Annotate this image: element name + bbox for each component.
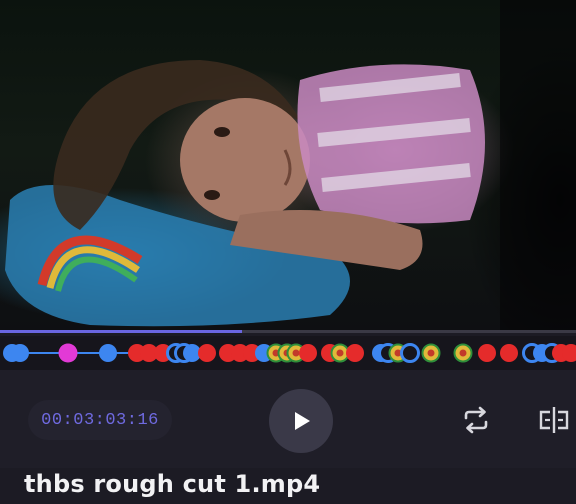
red-marker[interactable] [346, 344, 364, 362]
split-button[interactable] [536, 402, 572, 438]
ring-marker[interactable] [400, 343, 420, 363]
player-controls: 00:03:03:16 [0, 370, 576, 468]
split-icon [539, 407, 569, 433]
emoji-marker-dot [336, 349, 344, 357]
red-marker[interactable] [478, 344, 496, 362]
video-frame[interactable] [0, 0, 576, 330]
play-icon [295, 412, 310, 430]
emoji-marker-dot [459, 349, 467, 357]
scrubber-progress [0, 330, 242, 333]
magenta-marker[interactable] [58, 343, 78, 363]
loop-icon [464, 406, 488, 434]
emoji-marker-dot [427, 349, 435, 357]
scrubber-track[interactable] [0, 330, 576, 333]
video-still [5, 0, 576, 330]
emoji-marker-dot [292, 349, 300, 357]
clip-filename: thbs rough cut 1.mp4 [24, 470, 321, 498]
blue-marker[interactable] [99, 344, 117, 362]
play-button[interactable] [269, 389, 333, 453]
marker-strip[interactable] [0, 336, 576, 370]
red-marker[interactable] [198, 344, 216, 362]
blue-marker[interactable] [11, 344, 29, 362]
timecode-display[interactable]: 00:03:03:16 [28, 400, 172, 440]
red-marker[interactable] [500, 344, 518, 362]
marker-track [3, 343, 576, 363]
loop-button[interactable] [458, 402, 494, 438]
red-marker[interactable] [299, 344, 317, 362]
